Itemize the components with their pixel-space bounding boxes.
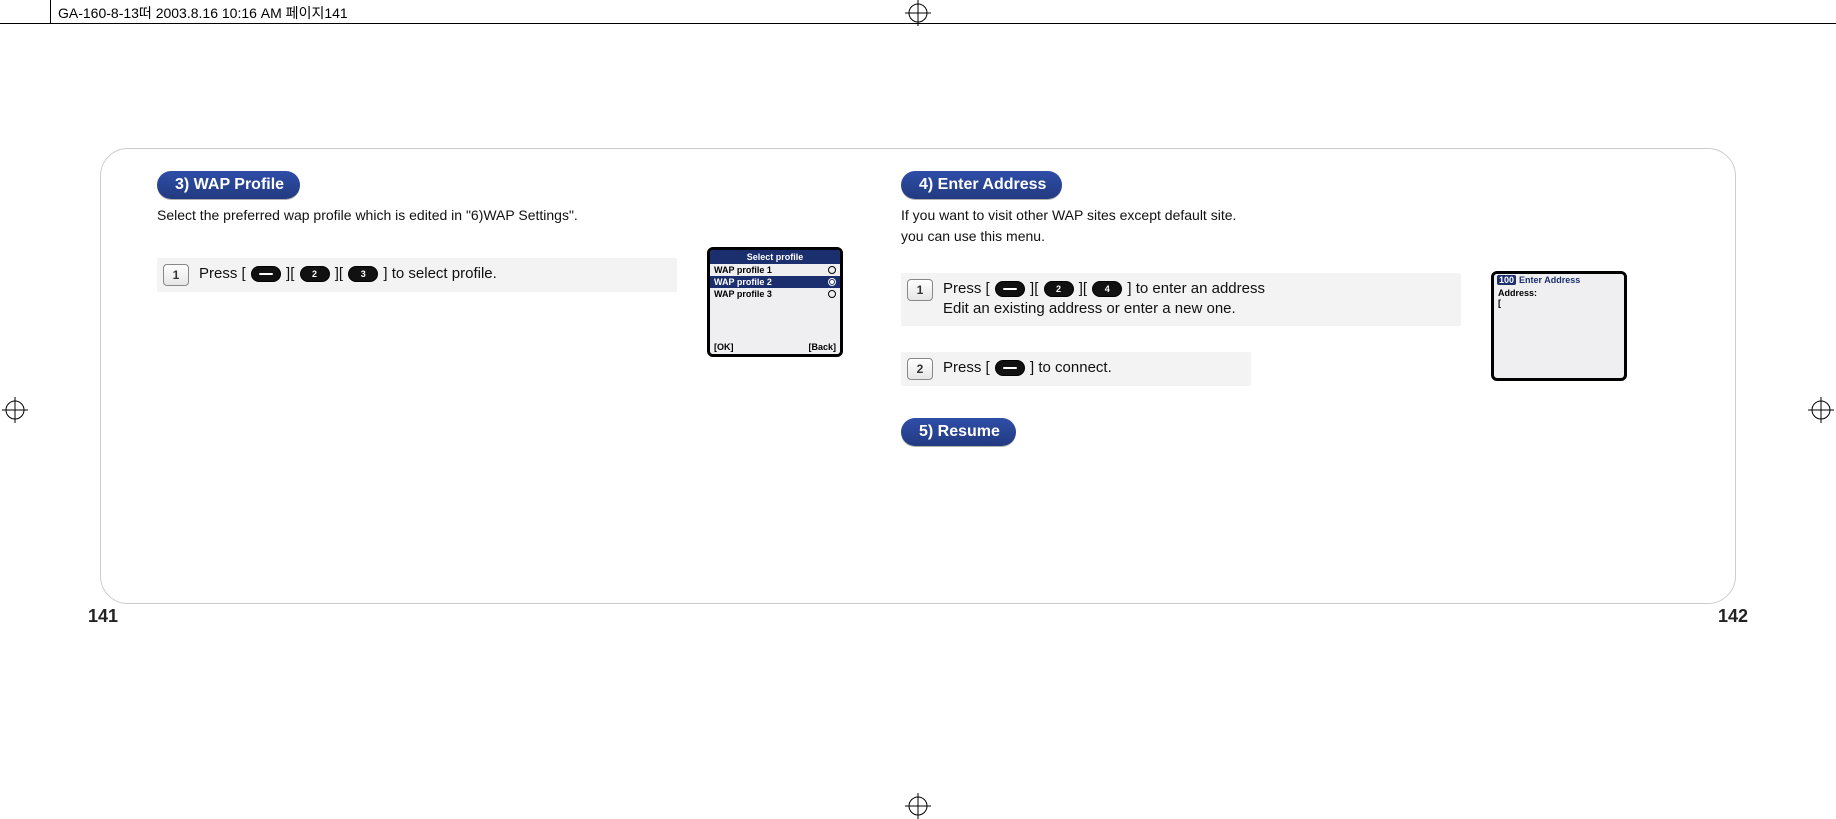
menu-key-icon bbox=[251, 266, 281, 282]
step-1-row: 1 Press [ ][ 2 ][ 3 ] to select profile. bbox=[157, 258, 677, 292]
text-frag: ] to enter an address bbox=[1127, 280, 1265, 297]
phone-softkeys: [OK] [Back] bbox=[710, 340, 840, 354]
status-battery: 100 bbox=[1497, 275, 1516, 285]
page-number-right: 142 bbox=[1718, 606, 1748, 627]
radio-icon-selected bbox=[828, 278, 836, 286]
section-description: Select the preferred wap profile which i… bbox=[157, 205, 877, 226]
header-tick bbox=[50, 0, 51, 24]
section-heading-text: 4) Enter Address bbox=[919, 176, 1046, 194]
phone-body: Address: [ bbox=[1494, 286, 1624, 352]
profile-label: WAP profile 2 bbox=[714, 277, 772, 287]
text-frag: ][ bbox=[286, 265, 294, 282]
section-description-line1: If you want to visit other WAP sites exc… bbox=[901, 205, 1661, 226]
step-badge-2: 2 bbox=[907, 358, 933, 380]
step-badge-1: 1 bbox=[907, 279, 933, 301]
manual-page-frame: 3) WAP Profile Select the preferred wap … bbox=[100, 148, 1736, 604]
text-frag: ][ bbox=[1030, 280, 1038, 297]
step-badge-1: 1 bbox=[163, 264, 189, 286]
text-frag: Press [ bbox=[943, 359, 990, 376]
step-1-text: Press [ ][ 2 ][ 3 ] to select profile. bbox=[199, 264, 497, 284]
phone-status-bar: 100 Enter Address bbox=[1494, 274, 1624, 286]
section-heading-resume: 5) Resume bbox=[901, 418, 1016, 446]
address-label: Address: bbox=[1498, 288, 1620, 298]
text-frag: ][ bbox=[335, 265, 343, 282]
address-input-bracket: [ bbox=[1498, 298, 1620, 308]
profile-row-1: WAP profile 1 bbox=[710, 264, 840, 276]
section-heading-text: 5) Resume bbox=[919, 423, 1000, 441]
phone-screen-title: Enter Address bbox=[1519, 275, 1580, 285]
page-number-left: 141 bbox=[88, 606, 118, 627]
phone-screenshot-enter-address: 100 Enter Address Address: [ bbox=[1491, 271, 1627, 381]
step-2-row: 2 Press [ ] to connect. bbox=[901, 352, 1251, 386]
left-column: 3) WAP Profile Select the preferred wap … bbox=[157, 171, 877, 292]
profile-label: WAP profile 1 bbox=[714, 265, 772, 275]
radio-icon bbox=[828, 290, 836, 298]
text-frag: Edit an existing address or enter a new … bbox=[943, 300, 1236, 317]
numpad-2-key-icon: 2 bbox=[1044, 281, 1074, 297]
profile-label: WAP profile 3 bbox=[714, 289, 772, 299]
step-2-text: Press [ ] to connect. bbox=[943, 358, 1112, 378]
phone-screenshot-select-profile: Select profile WAP profile 1 WAP profile… bbox=[707, 247, 843, 357]
step-1-row: 1 Press [ ][ 2 ][ 4 ] to enter an addres… bbox=[901, 273, 1461, 326]
header-filename: GA-160-8-13떠 2003.8.16 10:16 AM 페이지1… bbox=[58, 3, 348, 23]
menu-key-icon bbox=[995, 281, 1025, 297]
step-1-text: Press [ ][ 2 ][ 4 ] to enter an address … bbox=[943, 279, 1265, 320]
numpad-2-key-icon: 2 bbox=[300, 266, 330, 282]
softkey-left: [OK] bbox=[714, 342, 734, 352]
menu-key-icon bbox=[995, 360, 1025, 376]
section-heading-wap-profile: 3) WAP Profile bbox=[157, 171, 300, 199]
section-heading-enter-address: 4) Enter Address bbox=[901, 171, 1062, 199]
registration-mark-bottom bbox=[905, 793, 931, 819]
section-description-line2: you can use this menu. bbox=[901, 226, 1661, 247]
profile-row-2-selected: WAP profile 2 bbox=[710, 276, 840, 288]
text-frag: Press [ bbox=[943, 280, 990, 297]
profile-row-3: WAP profile 3 bbox=[710, 288, 840, 300]
phone-title: Select profile bbox=[710, 250, 840, 264]
registration-mark-top bbox=[905, 0, 931, 26]
numpad-3-key-icon: 3 bbox=[348, 266, 378, 282]
right-column: 4) Enter Address If you want to visit ot… bbox=[901, 171, 1661, 446]
numpad-4-key-icon: 4 bbox=[1092, 281, 1122, 297]
text-frag: ] to connect. bbox=[1030, 359, 1112, 376]
radio-icon bbox=[828, 266, 836, 274]
text-frag: Press [ bbox=[199, 265, 246, 282]
text-frag: ][ bbox=[1079, 280, 1087, 297]
registration-mark-right bbox=[1808, 397, 1834, 423]
text-frag: ] to select profile. bbox=[383, 265, 496, 282]
section-heading-text: 3) WAP Profile bbox=[175, 176, 284, 194]
registration-mark-left bbox=[2, 397, 28, 423]
softkey-right: [Back] bbox=[808, 342, 836, 352]
